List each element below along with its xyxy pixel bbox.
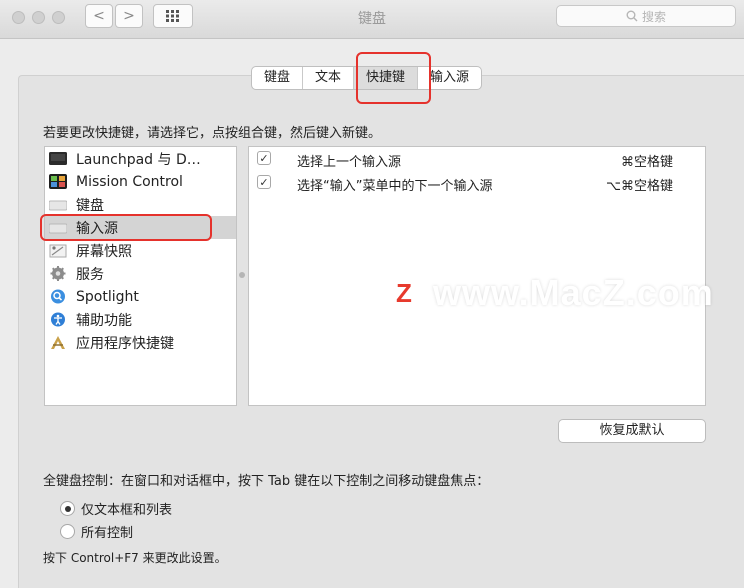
shortcut-row[interactable]: ✓ 选择上一个输入源 ⌘空格键 xyxy=(249,147,705,171)
category-item-screenshots[interactable]: 屏幕快照 xyxy=(45,239,236,262)
shortcut-description: 选择“输入”菜单中的下一个输入源 xyxy=(297,179,493,194)
radio-label: 所有控制 xyxy=(81,526,134,541)
radio-text-boxes-and-lists[interactable]: 仅文本框和列表 xyxy=(60,499,172,518)
full-keyboard-hint: 按下 Control+F7 来更改此设置。 xyxy=(43,551,227,565)
category-label: 辅助功能 xyxy=(76,312,132,329)
highlight-box-shortcuts-tab xyxy=(356,52,431,104)
highlight-box-input-sources xyxy=(40,214,212,241)
category-label: 服务 xyxy=(76,266,104,283)
shortcut-checkbox[interactable]: ✓ xyxy=(257,175,271,189)
screenshot-icon xyxy=(49,243,67,258)
keyboard-icon xyxy=(48,197,68,212)
checkmark-icon: ✓ xyxy=(259,151,269,165)
search-field[interactable]: 搜索 xyxy=(556,5,736,27)
launchpad-icon xyxy=(49,151,67,166)
spotlight-icon xyxy=(49,289,67,304)
shortcut-row[interactable]: ✓ 选择“输入”菜单中的下一个输入源 ⌥⌘空格键 xyxy=(249,171,705,195)
radio-all-controls[interactable]: 所有控制 xyxy=(60,522,133,541)
watermark-text: www.MacZ.com xyxy=(433,272,714,313)
category-item-app-shortcuts[interactable]: 应用程序快捷键 xyxy=(45,331,236,354)
shortcut-description: 选择上一个输入源 xyxy=(297,155,402,170)
category-label: Spotlight xyxy=(76,288,139,305)
radio-label: 仅文本框和列表 xyxy=(81,503,173,518)
instruction-text: 若要更改快捷键，请选择它，点按组合键，然后键入新键。 xyxy=(43,126,382,141)
category-item-accessibility[interactable]: 辅助功能 xyxy=(45,308,236,331)
mission-control-icon xyxy=(49,174,67,189)
radio-button-selected[interactable] xyxy=(60,501,75,516)
search-placeholder: 搜索 xyxy=(641,9,666,24)
tab-text[interactable]: 文本 xyxy=(303,67,355,89)
category-label: 键盘 xyxy=(76,197,104,214)
category-label: Mission Control xyxy=(76,173,183,190)
full-keyboard-access-label: 全键盘控制：在窗口和对话框中，按下 Tab 键在以下控制之间移动键盘焦点： xyxy=(43,474,490,489)
shortcut-keys[interactable]: ⌘空格键 xyxy=(621,151,673,170)
category-label: Launchpad 与 D… xyxy=(76,151,201,168)
restore-defaults-button[interactable]: 恢复成默认 xyxy=(558,419,706,443)
category-item-spotlight[interactable]: Spotlight xyxy=(45,285,236,308)
category-label: 屏幕快照 xyxy=(76,243,132,260)
search-icon xyxy=(626,10,638,22)
gear-icon xyxy=(49,266,67,281)
category-item-keyboard[interactable]: 键盘 xyxy=(45,193,236,216)
category-item-launchpad[interactable]: Launchpad 与 D… xyxy=(45,147,236,170)
title-bar: < > 键盘 搜索 xyxy=(0,0,744,39)
split-view-handle[interactable] xyxy=(239,272,245,278)
macz-logo-icon: Z xyxy=(385,274,423,312)
shortcut-checkbox[interactable]: ✓ xyxy=(257,151,271,165)
category-list: Launchpad 与 D… Mission Control 键盘 输入源 屏幕… xyxy=(44,146,237,406)
watermark: Z www.MacZ.com xyxy=(385,272,714,314)
tab-keyboard[interactable]: 键盘 xyxy=(252,67,304,89)
app-shortcut-icon xyxy=(49,335,67,350)
accessibility-icon xyxy=(49,312,67,327)
category-item-services[interactable]: 服务 xyxy=(45,262,236,285)
shortcut-keys[interactable]: ⌥⌘空格键 xyxy=(606,175,673,194)
category-item-mission-control[interactable]: Mission Control xyxy=(45,170,236,193)
checkmark-icon: ✓ xyxy=(259,175,269,189)
category-label: 应用程序快捷键 xyxy=(76,335,174,352)
radio-button[interactable] xyxy=(60,524,75,539)
